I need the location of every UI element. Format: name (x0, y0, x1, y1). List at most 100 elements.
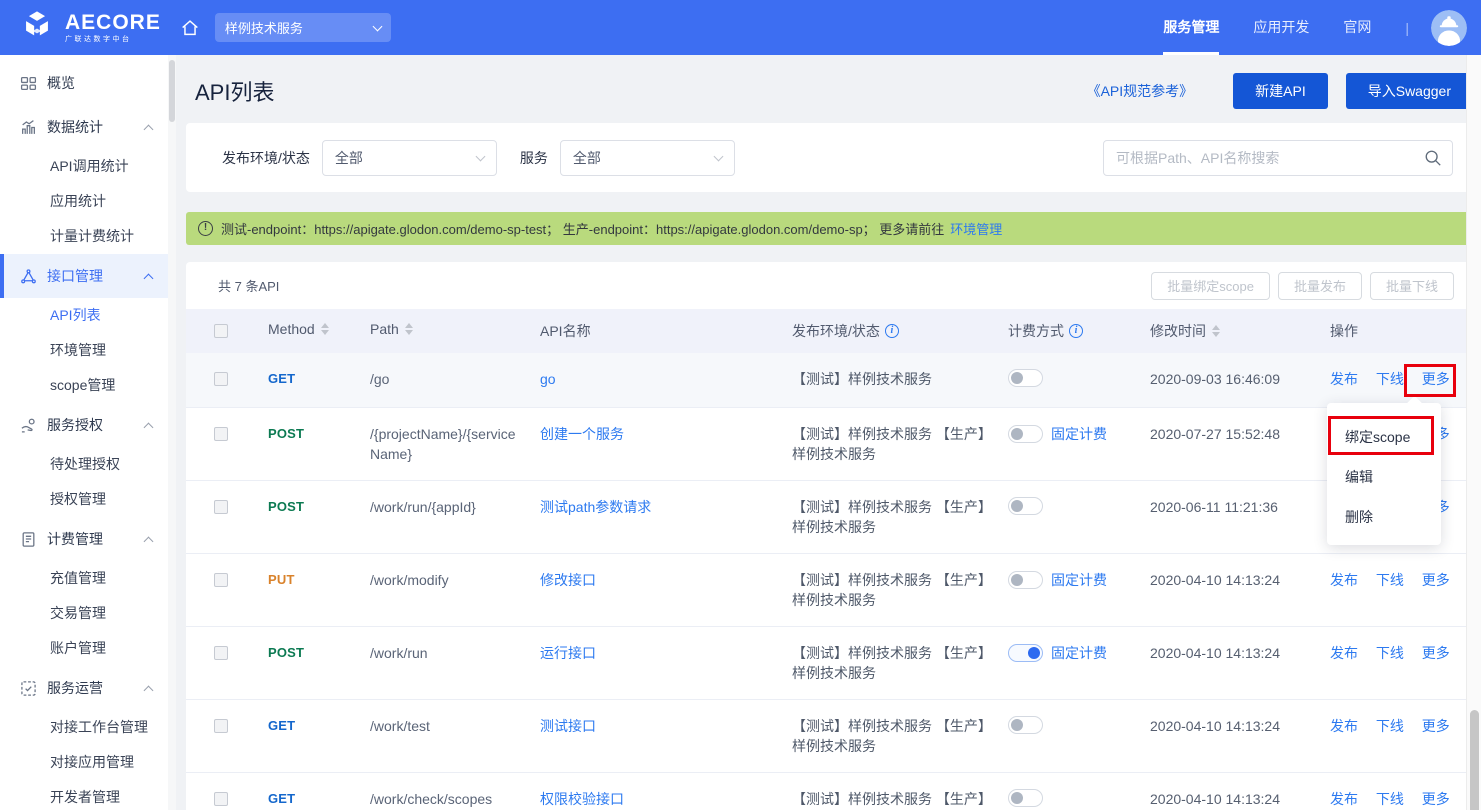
select-all-checkbox[interactable] (214, 324, 228, 338)
row-checkbox[interactable] (214, 573, 228, 587)
row-checkbox[interactable] (214, 500, 228, 514)
offline-link[interactable]: 下线 (1376, 371, 1404, 387)
offline-link[interactable]: 下线 (1376, 718, 1404, 734)
sort-icon[interactable] (321, 323, 329, 335)
topbar-nav-item[interactable]: 官网 (1343, 0, 1371, 55)
info-icon[interactable]: i (1069, 324, 1083, 338)
chevron-up-icon[interactable] (144, 422, 154, 432)
sidebar-subitem[interactable]: 应用统计 (0, 184, 168, 219)
sidebar-subitem[interactable]: 授权管理 (0, 482, 168, 517)
sidebar-subitem[interactable]: 充值管理 (0, 561, 168, 596)
offline-link[interactable]: 下线 (1376, 645, 1404, 661)
info-icon[interactable]: i (885, 324, 899, 338)
api-name-link[interactable]: 修改接口 (540, 572, 596, 588)
service-selector[interactable]: 样例技术服务 (215, 13, 391, 42)
env-manage-link[interactable]: 环境管理 (950, 219, 1002, 238)
env-cell: 【测试】样例技术服务 (780, 353, 996, 405)
chevron-up-icon[interactable] (144, 685, 154, 695)
batch-button[interactable]: 批量下线 (1370, 272, 1454, 300)
sidebar-subitem[interactable]: 开发者管理 (0, 780, 168, 810)
offline-link[interactable]: 下线 (1376, 572, 1404, 588)
menu-item[interactable]: 编辑 (1327, 457, 1441, 497)
col-header-billing: 计费方式i (996, 309, 1138, 353)
publish-link[interactable]: 发布 (1330, 791, 1358, 807)
new-api-button[interactable]: 新建API (1233, 73, 1328, 109)
api-name-link[interactable]: 权限校验接口 (540, 791, 624, 807)
sidebar-item[interactable]: 服务授权 (0, 403, 168, 447)
chevron-up-icon[interactable] (144, 124, 154, 134)
status-toggle[interactable] (1008, 497, 1043, 515)
sidebar: 概览 数据统计 API调用统计应用统计计量计费统计 接口管理 API列表环境管理… (0, 55, 168, 810)
row-actions: 发布 下线 更多 (1318, 353, 1456, 405)
avatar[interactable] (1431, 10, 1467, 46)
status-toggle[interactable] (1008, 644, 1043, 662)
col-header-time[interactable]: 修改时间 (1138, 309, 1318, 353)
api-name-link[interactable]: 创建一个服务 (540, 426, 624, 442)
more-link[interactable]: 更多 (1422, 645, 1450, 661)
import-swagger-button[interactable]: 导入Swagger (1346, 73, 1473, 109)
topbar-nav: 服务管理应用开发官网 (1163, 0, 1405, 55)
chevron-up-icon[interactable] (144, 273, 154, 283)
status-toggle[interactable] (1008, 571, 1043, 589)
api-name-link[interactable]: 运行接口 (540, 645, 596, 661)
brand[interactable]: AECORE 广联达数字中台 (18, 9, 161, 47)
more-link[interactable]: 更多 (1422, 718, 1450, 734)
publish-link[interactable]: 发布 (1330, 371, 1358, 387)
sidebar-item[interactable]: 数据统计 (0, 105, 168, 149)
sort-icon[interactable] (405, 323, 413, 335)
page-scrollbar[interactable] (1466, 55, 1481, 810)
sidebar-item[interactable]: 服务运营 (0, 666, 168, 710)
api-spec-link[interactable]: 《API规范参考》 (1087, 81, 1194, 101)
billing-type: 固定计费 (1051, 643, 1107, 663)
api-name-link[interactable]: 测试path参数请求 (540, 499, 651, 515)
row-checkbox[interactable] (214, 427, 228, 441)
row-checkbox[interactable] (214, 792, 228, 806)
sidebar-subitem[interactable]: 待处理授权 (0, 447, 168, 482)
row-checkbox[interactable] (214, 372, 228, 386)
service-filter-select[interactable]: 全部 (560, 140, 735, 176)
sidebar-subitem[interactable]: 账户管理 (0, 631, 168, 666)
offline-link[interactable]: 下线 (1376, 791, 1404, 807)
api-count: 共 7 条API (218, 276, 279, 295)
row-checkbox[interactable] (214, 719, 228, 733)
home-icon[interactable] (179, 17, 201, 39)
topbar-nav-item[interactable]: 应用开发 (1253, 0, 1309, 55)
status-toggle[interactable] (1008, 716, 1043, 734)
more-link[interactable]: 更多 (1422, 791, 1450, 807)
api-name-link[interactable]: go (540, 371, 556, 387)
col-header-path[interactable]: Path (358, 309, 528, 349)
sidebar-subitem[interactable]: 对接应用管理 (0, 745, 168, 780)
status-toggle[interactable] (1008, 369, 1043, 387)
api-name-link[interactable]: 测试接口 (540, 718, 596, 734)
sidebar-subitem[interactable]: 环境管理 (0, 333, 168, 368)
sidebar-scrollbar[interactable] (168, 55, 176, 810)
more-link[interactable]: 更多 (1422, 572, 1450, 588)
search-input[interactable] (1103, 140, 1453, 176)
sidebar-item[interactable]: 概览 (0, 61, 168, 105)
batch-button[interactable]: 批量发布 (1278, 272, 1362, 300)
env-filter-select[interactable]: 全部 (322, 140, 497, 176)
sort-icon[interactable] (1212, 325, 1220, 337)
sidebar-subitem[interactable]: API列表 (0, 298, 168, 333)
topbar-nav-item[interactable]: 服务管理 (1163, 0, 1219, 55)
sidebar-item[interactable]: 接口管理 (0, 254, 168, 298)
sidebar-subitem[interactable]: 计量计费统计 (0, 219, 168, 254)
publish-link[interactable]: 发布 (1330, 645, 1358, 661)
status-toggle[interactable] (1008, 425, 1043, 443)
col-header-method[interactable]: Method (256, 309, 358, 349)
publish-link[interactable]: 发布 (1330, 572, 1358, 588)
row-checkbox[interactable] (214, 646, 228, 660)
status-toggle[interactable] (1008, 789, 1043, 807)
sidebar-subitem[interactable]: 对接工作台管理 (0, 710, 168, 745)
menu-item[interactable]: 删除 (1327, 497, 1441, 537)
more-link[interactable]: 更多 (1422, 371, 1450, 387)
search-icon[interactable] (1424, 149, 1442, 172)
publish-link[interactable]: 发布 (1330, 718, 1358, 734)
menu-item[interactable]: 绑定scope (1327, 417, 1441, 457)
batch-button[interactable]: 批量绑定scope (1151, 272, 1270, 300)
chevron-up-icon[interactable] (144, 536, 154, 546)
sidebar-subitem[interactable]: 交易管理 (0, 596, 168, 631)
sidebar-subitem[interactable]: API调用统计 (0, 149, 168, 184)
sidebar-subitem[interactable]: scope管理 (0, 368, 168, 403)
sidebar-item[interactable]: 计费管理 (0, 517, 168, 561)
